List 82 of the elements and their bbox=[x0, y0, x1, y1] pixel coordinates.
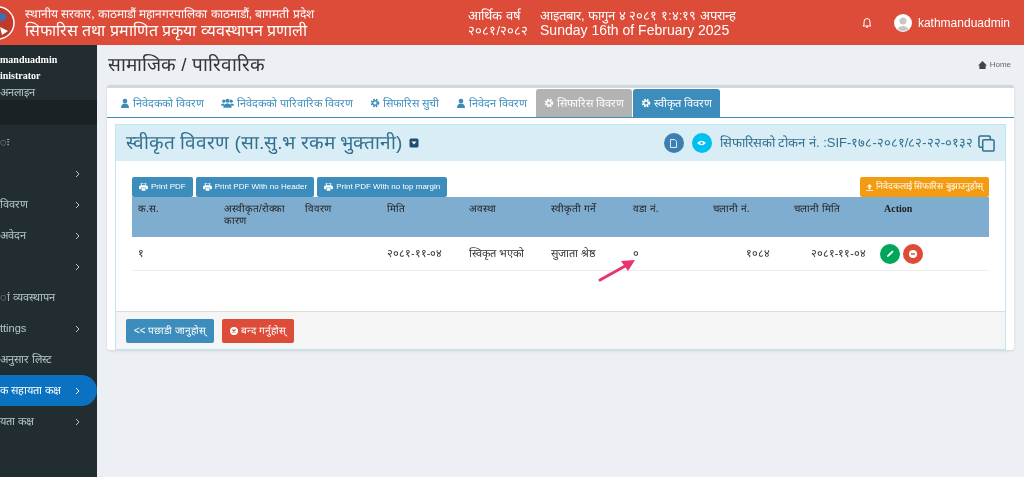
print-button[interactable]: Print PDF With no Header bbox=[195, 177, 315, 197]
chevron-icon bbox=[75, 324, 80, 333]
chevron-icon bbox=[75, 386, 80, 395]
gear-icon bbox=[370, 98, 381, 108]
panel-title: स्वीकृत विवरण (सा.सु.भ रकम भुक्तानी) bbox=[126, 130, 403, 156]
token-number: सिफारिसको टोकन नं. :SIF-१७८-२०८१/८२-२२-०१३२ bbox=[719, 134, 973, 153]
english-date: Sunday 16th of February 2025 bbox=[540, 22, 730, 38]
printer-icon bbox=[139, 183, 148, 191]
gear-icon bbox=[544, 98, 555, 108]
back-button[interactable]: << पछाडी जानुहोस् bbox=[126, 318, 215, 343]
chevron-icon bbox=[75, 200, 80, 209]
user-name[interactable]: kathmanduadmin bbox=[917, 13, 1010, 32]
avatar-icon[interactable] bbox=[893, 13, 912, 32]
sidebar-item[interactable]: क सहायता कक्ष bbox=[0, 375, 97, 406]
column-header: Action bbox=[883, 203, 914, 216]
gear-icon bbox=[641, 98, 652, 108]
column-header: स्वीकृती गर्ने bbox=[550, 203, 598, 217]
chevron-icon bbox=[75, 262, 80, 271]
column-header: विवरण bbox=[304, 203, 333, 216]
tab[interactable]: निवेदन विवरण bbox=[448, 89, 536, 117]
printer-icon bbox=[324, 183, 334, 191]
pdf-button[interactable] bbox=[663, 133, 684, 153]
breadcrumb-home[interactable]: Home bbox=[977, 59, 1011, 71]
sidebar-item[interactable]: ः bbox=[0, 127, 97, 158]
table-cell-text: २०८१-११-०४ bbox=[386, 246, 444, 262]
user-icon bbox=[120, 98, 130, 108]
table-cell-text: १०८४ bbox=[745, 246, 771, 262]
table-cell-text: स्विकृत भएको bbox=[468, 246, 526, 262]
sidebar-item[interactable]: यता कक्ष bbox=[0, 406, 97, 437]
pencil-icon bbox=[886, 250, 894, 257]
tab[interactable]: स्वीकृत विवरण bbox=[633, 89, 721, 117]
print-button[interactable]: Print PDF bbox=[132, 177, 193, 197]
user-icon bbox=[456, 98, 467, 108]
view-button[interactable] bbox=[691, 133, 712, 153]
copy-icon[interactable] bbox=[978, 134, 995, 152]
close-button[interactable]: बन्द गर्नुहोस् bbox=[222, 318, 295, 343]
eye-icon bbox=[697, 140, 707, 146]
table-cell-text: २०८१-११-०४ bbox=[809, 246, 867, 262]
edit-button[interactable] bbox=[880, 243, 900, 264]
table-cell-text: सुजाता श्रेष्ठ bbox=[550, 246, 597, 262]
tab[interactable]: निवेदकको पारिवारिक विवरण bbox=[213, 89, 362, 117]
column-header: मिति bbox=[386, 203, 406, 216]
sidebar-user-name: manduadmin bbox=[0, 53, 59, 67]
tab[interactable]: सिफारिस सुची bbox=[362, 89, 448, 117]
government-name: स्थानीय सरकार, काठमाडौं महानगरपालिका काठमाडौं, बागमती प्रदेश bbox=[25, 7, 314, 21]
home-icon bbox=[977, 61, 987, 69]
fiscal-year-label: आर्थिक वर्ष bbox=[468, 7, 523, 23]
chevron-icon bbox=[75, 231, 80, 240]
print-button[interactable]: Print PDF With no top margin bbox=[317, 177, 448, 197]
delete-button[interactable] bbox=[903, 243, 923, 264]
send-recommendation-button[interactable]: निवेदकलाई सिफारिस बुझाउनुहोस् bbox=[860, 177, 989, 197]
emblem-icon bbox=[0, 4, 16, 41]
table-cell-text: ० bbox=[632, 246, 640, 262]
arrow-icon bbox=[597, 257, 637, 283]
minus-icon bbox=[909, 249, 917, 258]
page-title: सामाजिक / पारिवारिक bbox=[108, 52, 265, 77]
sidebar-item[interactable]: ttings bbox=[0, 313, 97, 344]
sidebar-user-role: inistrator bbox=[0, 69, 42, 83]
chevron-icon bbox=[75, 169, 80, 178]
sidebar-item[interactable]: अनुसार लिस्ट bbox=[0, 344, 97, 375]
chevron-icon bbox=[75, 417, 80, 426]
bell-icon[interactable] bbox=[861, 17, 872, 28]
printer-icon bbox=[202, 183, 212, 191]
nepali-date: आइतबार, फागुन ४ २०८१ १:४:१९ अपरान्ह bbox=[540, 7, 736, 23]
online-status: अनलाइन bbox=[0, 85, 37, 100]
column-header: अस्वीकृत/रोक्का कारण bbox=[223, 203, 286, 228]
close-icon bbox=[230, 326, 239, 335]
users-icon bbox=[221, 98, 235, 108]
tab[interactable]: निवेदकको विवरण bbox=[112, 89, 213, 117]
table-cell-text: १ bbox=[137, 246, 145, 262]
sidebar-item[interactable]: विवरण bbox=[0, 189, 97, 220]
column-header: चलानी नं. bbox=[712, 203, 751, 216]
column-header: क.स. bbox=[137, 203, 160, 216]
document-icon bbox=[670, 138, 678, 148]
column-header: वडा नं. bbox=[632, 203, 660, 216]
sidebar-item[interactable]: अवेदन bbox=[0, 220, 97, 251]
fiscal-year-value: २०८१/२०८२ bbox=[468, 22, 529, 38]
upload-icon bbox=[866, 183, 873, 191]
column-header: अवस्था bbox=[468, 203, 497, 216]
sidebar-item[interactable]: ां व्यवस्थापन bbox=[0, 282, 97, 313]
dropdown-icon[interactable] bbox=[409, 138, 420, 148]
column-header: चलानी मिति bbox=[793, 203, 841, 216]
